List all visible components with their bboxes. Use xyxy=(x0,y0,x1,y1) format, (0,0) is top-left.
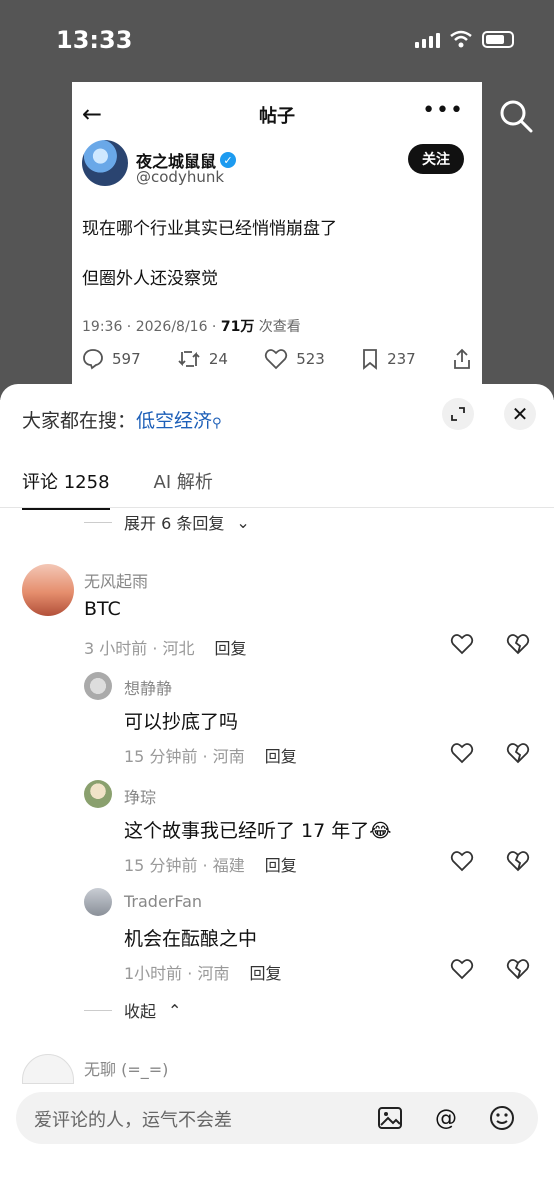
dislike-heart-icon[interactable] xyxy=(506,632,530,656)
post-timestamp: 19:36 · 2026/8/16 · xyxy=(82,319,221,335)
comment-time-location: 15 分钟前 · 福建 xyxy=(124,856,245,875)
reply-action[interactable]: 597 xyxy=(82,348,141,370)
expand-replies[interactable]: 展开 6 条回复 ⌄ xyxy=(84,510,250,534)
status-icons xyxy=(415,30,514,48)
comment-input-bar[interactable]: 爱评论的人，运气不会差 @ xyxy=(16,1092,538,1144)
author-avatar[interactable] xyxy=(82,140,128,186)
comment-username[interactable]: 无风起雨 xyxy=(84,568,148,592)
trending-label: 大家都在搜： xyxy=(22,410,137,432)
comment-tabs: 评论 1258 AI 解析 xyxy=(22,468,213,510)
mention-icon[interactable]: @ xyxy=(432,1104,460,1132)
tab-comments[interactable]: 评论 1258 xyxy=(22,468,110,510)
chevron-up-icon: ⌃ xyxy=(168,1000,182,1020)
retweet-count: 24 xyxy=(208,350,228,368)
more-options-icon[interactable]: ••• xyxy=(422,98,464,123)
comment-text: 机会在酝酿之中 xyxy=(124,928,258,950)
share-action[interactable] xyxy=(452,348,472,370)
heart-icon xyxy=(265,349,288,370)
collapse-label: 收起 xyxy=(124,1002,157,1021)
status-time: 13:33 xyxy=(56,26,133,54)
comment-text: 这个故事我已经听了 17 年了😂 xyxy=(124,820,392,842)
comment-username[interactable]: TraderFan xyxy=(124,892,202,911)
view-suffix: 次查看 xyxy=(254,319,301,335)
collapse-replies[interactable]: 收起 ⌃ xyxy=(84,998,181,1022)
reply-button[interactable]: 回复 xyxy=(249,960,281,984)
emoji-icon[interactable] xyxy=(488,1104,516,1132)
search-icon[interactable] xyxy=(496,96,536,136)
comment-meta: 15 分钟前 · 河南 回复 xyxy=(124,743,297,767)
heart-icon[interactable] xyxy=(450,957,474,981)
tab-ai-analysis[interactable]: AI 解析 xyxy=(154,468,213,494)
avatar[interactable] xyxy=(22,564,74,616)
heart-icon[interactable] xyxy=(450,632,474,656)
tweet-card: ← 帖子 ••• 夜之城鼠鼠 ✓ @codyhunk 关注 现在哪个行业其实已经… xyxy=(72,82,482,402)
tweet-header: ← 帖子 ••• xyxy=(72,82,482,142)
follow-button[interactable]: 关注 xyxy=(408,144,464,174)
like-action[interactable]: 523 xyxy=(264,348,325,370)
reply-button[interactable]: 回复 xyxy=(215,635,247,659)
post-text-line-1: 现在哪个行业其实已经悄悄崩盘了 xyxy=(82,219,337,239)
avatar[interactable] xyxy=(84,780,112,808)
reply-button[interactable]: 回复 xyxy=(265,852,297,876)
comment-meta: 1小时前 · 河南 回复 xyxy=(124,960,281,984)
signal-icon xyxy=(415,30,440,48)
verified-badge-icon: ✓ xyxy=(220,152,237,168)
dislike-heart-icon[interactable] xyxy=(506,741,530,765)
post-actions: 597 24 523 237 xyxy=(82,348,472,370)
dislike-heart-icon[interactable] xyxy=(506,957,530,981)
comment-time-location: 3 小时前 · 河北 xyxy=(84,639,195,658)
heart-icon[interactable] xyxy=(450,849,474,873)
dislike-heart-icon[interactable] xyxy=(506,849,530,873)
trending-term[interactable]: 低空经济 xyxy=(136,410,212,432)
comment-username[interactable]: 琤琮 xyxy=(124,784,156,808)
comment-username[interactable]: 想静静 xyxy=(124,675,172,699)
page-title: 帖子 xyxy=(259,106,295,127)
avatar[interactable] xyxy=(84,888,112,916)
status-bar: 13:33 xyxy=(0,0,554,80)
view-count: 71万 xyxy=(220,319,255,335)
avatar[interactable] xyxy=(22,1054,74,1084)
bookmark-icon xyxy=(363,349,377,370)
battery-icon xyxy=(482,30,514,48)
search-icon-small: ⚲ xyxy=(212,416,222,431)
post-meta: 19:36 · 2026/8/16 · 71万 次查看 xyxy=(82,316,301,336)
comment-icon xyxy=(83,349,103,370)
comment-meta: 15 分钟前 · 福建 回复 xyxy=(124,852,297,876)
comment-time-location: 1小时前 · 河南 xyxy=(124,964,230,983)
reply-button[interactable]: 回复 xyxy=(265,743,297,767)
comment-text: 可以抄底了吗 xyxy=(124,711,239,733)
expand-label: 展开 6 条回复 xyxy=(124,514,225,533)
comment-text: BTC xyxy=(84,598,121,620)
image-icon[interactable] xyxy=(376,1104,404,1132)
close-icon[interactable]: ✕ xyxy=(504,398,536,430)
avatar[interactable] xyxy=(84,672,112,700)
wifi-icon xyxy=(450,30,472,48)
share-icon xyxy=(454,348,470,369)
like-count: 523 xyxy=(296,350,325,368)
comment-time-location: 15 分钟前 · 河南 xyxy=(124,747,245,766)
retweet-action[interactable]: 24 xyxy=(177,348,228,370)
expand-icon[interactable] xyxy=(442,398,474,430)
tabs-divider xyxy=(0,507,554,508)
collapse-line xyxy=(84,1009,112,1011)
post-text-line-2: 但圈外人还没察觉 xyxy=(82,269,218,289)
trending-search[interactable]: 大家都在搜：低空经济⚲ xyxy=(22,406,222,433)
comment-username[interactable]: 无聊 (=_=) xyxy=(84,1056,168,1080)
expand-line xyxy=(84,521,112,523)
bookmark-action[interactable]: 237 xyxy=(361,348,416,370)
author-handle: @codyhunk xyxy=(136,168,225,186)
bookmark-count: 237 xyxy=(387,350,416,368)
comment-sheet: 大家都在搜：低空经济⚲ ✕ 评论 1258 AI 解析 展开 6 条回复 ⌄ 无风… xyxy=(0,384,554,1200)
comment-input-placeholder[interactable]: 爱评论的人，运气不会差 xyxy=(34,1106,232,1132)
retweet-icon xyxy=(178,351,200,367)
comment-meta: 3 小时前 · 河北 回复 xyxy=(84,635,247,659)
reply-count: 597 xyxy=(112,350,141,368)
heart-icon[interactable] xyxy=(450,741,474,765)
chevron-down-icon: ⌄ xyxy=(236,512,250,532)
